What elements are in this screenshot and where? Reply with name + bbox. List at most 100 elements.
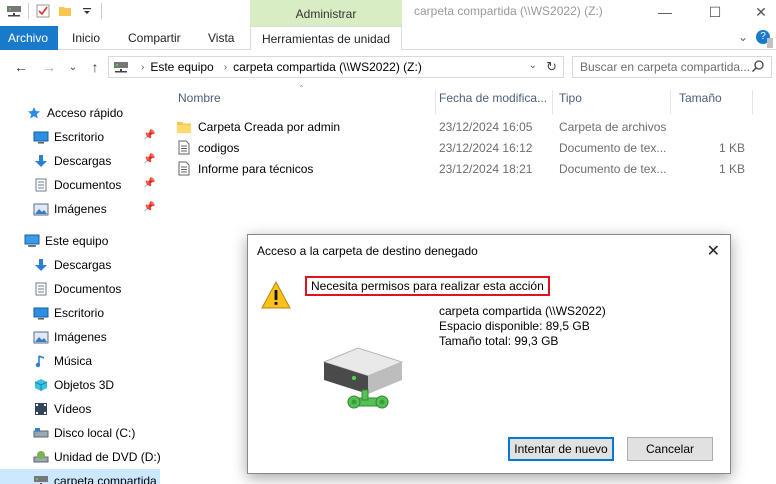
sidebar-item-label: Imágenes	[54, 330, 107, 344]
new-folder-icon[interactable]	[57, 3, 73, 19]
breadcrumb-shared-folder[interactable]: carpeta compartida (\\WS2022) (Z:)	[233, 60, 422, 74]
disk-icon	[33, 425, 49, 441]
file-row[interactable]: Carpeta Creada por admin 23/12/2024 16:0…	[176, 116, 766, 137]
search-input[interactable]: Buscar en carpeta compartida...	[572, 56, 772, 78]
tab-file[interactable]: Archivo	[0, 26, 58, 50]
back-button[interactable]: ←	[12, 58, 30, 76]
file-name: codigos	[198, 140, 240, 155]
error-message: Necesita permisos para realizar esta acc…	[305, 276, 550, 296]
sidebar-item-label: Disco local (C:)	[54, 426, 136, 440]
column-type[interactable]: Tipo	[553, 90, 671, 114]
cancel-button[interactable]: Cancelar	[627, 437, 713, 461]
file-type: Carpeta de archivos	[559, 119, 667, 134]
close-button[interactable]: ✕	[738, 0, 776, 24]
cube-icon	[33, 377, 49, 393]
tab-share[interactable]: Compartir	[118, 26, 191, 50]
sidebar-item-label: Música	[54, 354, 93, 368]
file-date: 23/12/2024 16:12	[439, 140, 533, 155]
network-drive-icon	[6, 3, 22, 19]
refresh-icon[interactable]: ↻	[546, 59, 557, 75]
sidebar-item-label: carpeta compartida	[54, 474, 157, 484]
window-title: carpeta compartida (\\WS2022) (Z:)	[414, 4, 603, 18]
dvd-icon	[33, 449, 49, 465]
recent-locations-button[interactable]: ⌄	[64, 58, 82, 76]
retry-button[interactable]: Intentar de nuevo	[508, 437, 614, 461]
sidebar-item-label: Escritorio	[54, 306, 105, 320]
dialog-close-button[interactable]: ✕	[707, 241, 720, 261]
pin-icon: 📌	[143, 154, 156, 165]
star-icon	[26, 105, 42, 121]
music-icon	[33, 353, 49, 369]
pictures-icon	[33, 329, 49, 345]
pictures-icon	[33, 201, 49, 217]
network-drive-icon	[33, 473, 49, 484]
drive-name: carpeta compartida (\\WS2022)	[439, 304, 606, 318]
tab-view[interactable]: Vista	[198, 26, 244, 50]
scrollbar[interactable]	[764, 26, 776, 48]
sidebar-item-label: Descargas	[54, 258, 112, 272]
total-size: Tamaño total: 99,3 GB	[439, 334, 559, 348]
file-row[interactable]: Informe para técnicos 23/12/2024 18:21 D…	[176, 158, 766, 179]
column-date-modified[interactable]: Fecha de modifica...	[433, 90, 553, 114]
search-placeholder: Buscar en carpeta compartida...	[580, 60, 751, 74]
warning-icon	[260, 280, 292, 313]
scrollbar-thumb[interactable]	[767, 38, 773, 48]
ribbon-tabs: Archivo Inicio Compartir Vista Herramien…	[0, 26, 776, 50]
customize-toolbar-icon[interactable]	[79, 3, 95, 19]
sidebar-item-shared-folder[interactable]: carpeta compartida	[0, 469, 160, 484]
dialog-title: Acceso a la carpeta de destino denegado	[257, 244, 478, 258]
search-icon	[751, 59, 765, 79]
navigation-bar: ← → ⌄ ↑ › Este equipo › carpeta comparti…	[0, 50, 776, 84]
quick-access-toolbar	[6, 3, 102, 19]
file-name: Informe para técnicos	[198, 161, 314, 176]
computer-icon	[24, 233, 40, 249]
network-drive-icon	[318, 342, 408, 425]
manage-context-tab[interactable]: Administrar	[250, 0, 402, 26]
file-name: Carpeta Creada por admin	[198, 119, 341, 134]
desktop-icon	[33, 305, 49, 321]
sidebar-item-label: Vídeos	[54, 402, 92, 416]
minimize-button[interactable]: —	[642, 0, 688, 24]
address-bar[interactable]: › Este equipo › carpeta compartida (\\WS…	[108, 56, 564, 78]
file-size: 1 KB	[718, 161, 745, 176]
properties-icon[interactable]	[35, 3, 51, 19]
column-size[interactable]: Tamaño	[673, 90, 753, 114]
chevron-right-icon[interactable]: ›	[224, 62, 227, 73]
toolbar-divider	[28, 3, 29, 19]
sidebar-item-label: Documentos	[54, 282, 122, 296]
expand-ribbon-icon[interactable]: ⌄	[738, 30, 748, 44]
address-dropdown-icon[interactable]: ⌄	[529, 60, 537, 71]
forward-button[interactable]: →	[40, 58, 58, 76]
sidebar-item-label: Acceso rápido	[47, 106, 124, 120]
pin-icon: 📌	[143, 130, 156, 141]
download-icon	[33, 257, 49, 273]
breadcrumb-this-pc[interactable]: Este equipo	[150, 60, 213, 74]
maximize-button[interactable]: ☐	[692, 0, 738, 24]
file-date: 23/12/2024 16:05	[439, 119, 533, 134]
tab-home[interactable]: Inicio	[62, 26, 110, 50]
tab-drive-tools[interactable]: Herramientas de unidad	[250, 26, 402, 50]
title-bar: Administrar carpeta compartida (\\WS2022…	[0, 0, 776, 26]
network-drive-icon	[113, 61, 129, 73]
dialog-title-bar: Acceso a la carpeta de destino denegado …	[248, 235, 730, 266]
sidebar-item-label: Objetos 3D	[54, 378, 115, 392]
sidebar-item-label: Documentos	[54, 178, 122, 192]
file-row[interactable]: codigos 23/12/2024 16:12 Documento de te…	[176, 137, 766, 158]
chevron-right-icon[interactable]: ›	[141, 62, 144, 73]
sidebar-item-label: Este equipo	[45, 234, 109, 248]
pin-icon: 📌	[143, 178, 156, 189]
navigation-pane: Acceso rápido Escritorio 📌 Descargas 📌 D…	[0, 84, 161, 484]
column-name[interactable]: Nombre	[172, 90, 436, 114]
file-type: Documento de tex...	[559, 161, 667, 176]
documents-icon	[33, 281, 49, 297]
sidebar-item-label: Imágenes	[54, 202, 107, 216]
pin-icon: 📌	[143, 202, 156, 213]
folder-icon	[176, 119, 192, 135]
up-button[interactable]: ↑	[86, 58, 104, 76]
free-space: Espacio disponible: 89,5 GB	[439, 319, 590, 333]
sidebar-item-label: Unidad de DVD (D:)	[54, 450, 161, 464]
desktop-icon	[33, 129, 49, 145]
video-icon	[33, 401, 49, 417]
documents-icon	[33, 177, 49, 193]
toolbar-divider	[101, 3, 102, 19]
